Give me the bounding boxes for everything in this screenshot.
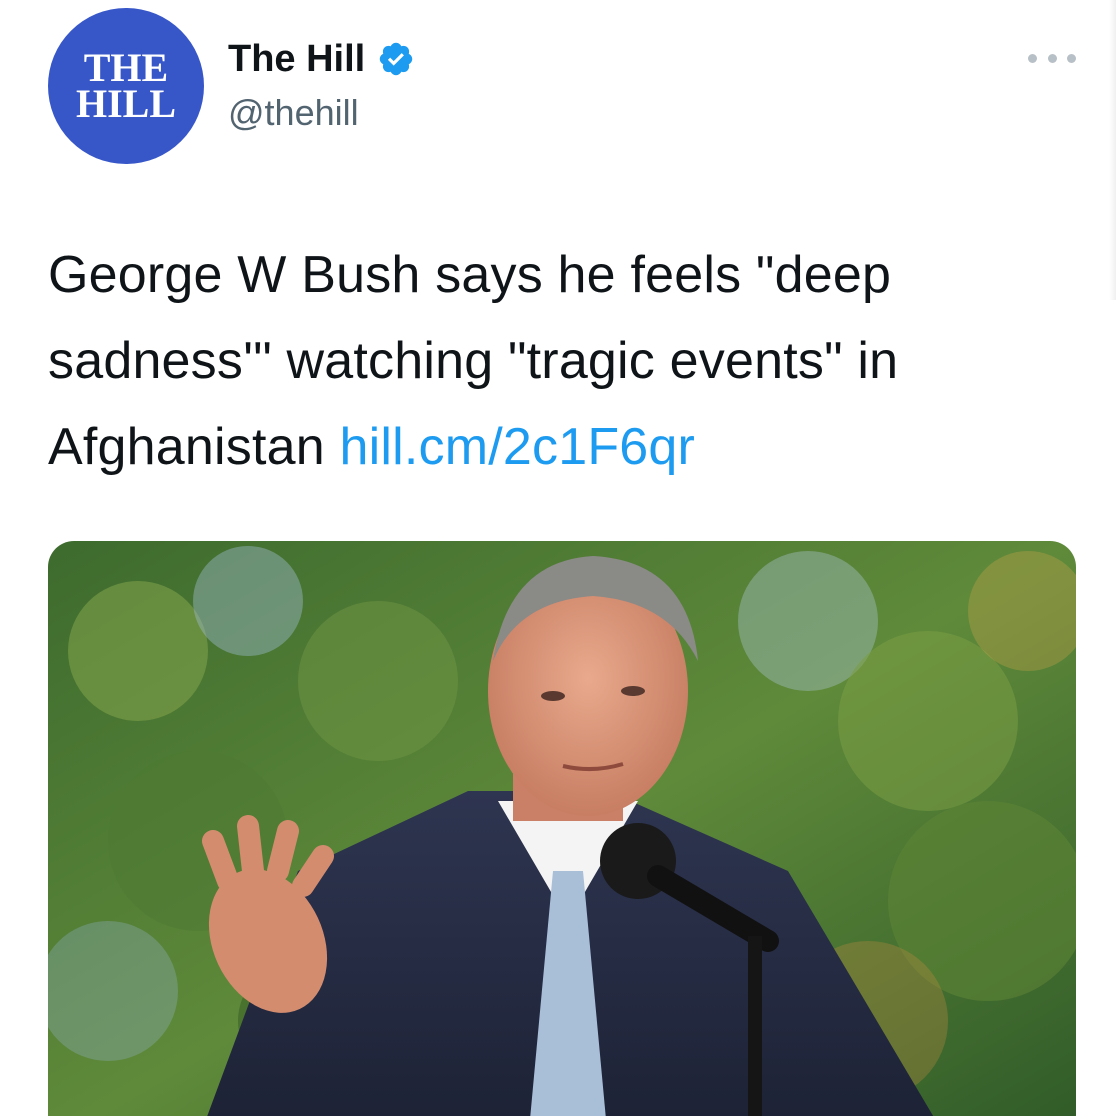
more-options-button[interactable] — [1028, 48, 1076, 68]
avatar-logo-line-2: HILL — [75, 81, 177, 126]
tweet-text: George W Bush says he feels "deep sadnes… — [48, 232, 1078, 490]
tweet-text-line-3: Afghanistan hill.cm/2c1F6qr — [48, 404, 1078, 490]
ellipsis-icon — [1028, 53, 1037, 63]
author-handle[interactable]: @thehill — [228, 92, 359, 134]
tweet-link[interactable]: hill.cm/2c1F6qr — [340, 418, 696, 476]
tweet-text-line-3-prefix: Afghanistan — [48, 418, 340, 476]
tweet-text-line-2: sadness'" watching "tragic events" in — [48, 332, 899, 390]
avatar[interactable]: THE HILL — [48, 8, 204, 164]
tweet-media-photo[interactable] — [48, 541, 1076, 1116]
ellipsis-icon — [1067, 53, 1076, 63]
photo-illustration — [48, 541, 1076, 1116]
ellipsis-icon — [1047, 53, 1057, 63]
author-display-name[interactable]: The Hill — [228, 38, 365, 81]
tweet-text-line-1: George W Bush says he feels "deep — [48, 246, 892, 304]
verified-badge-icon — [377, 40, 415, 78]
scrollbar-edge — [1109, 0, 1116, 300]
author-name-row: The Hill — [228, 34, 415, 84]
